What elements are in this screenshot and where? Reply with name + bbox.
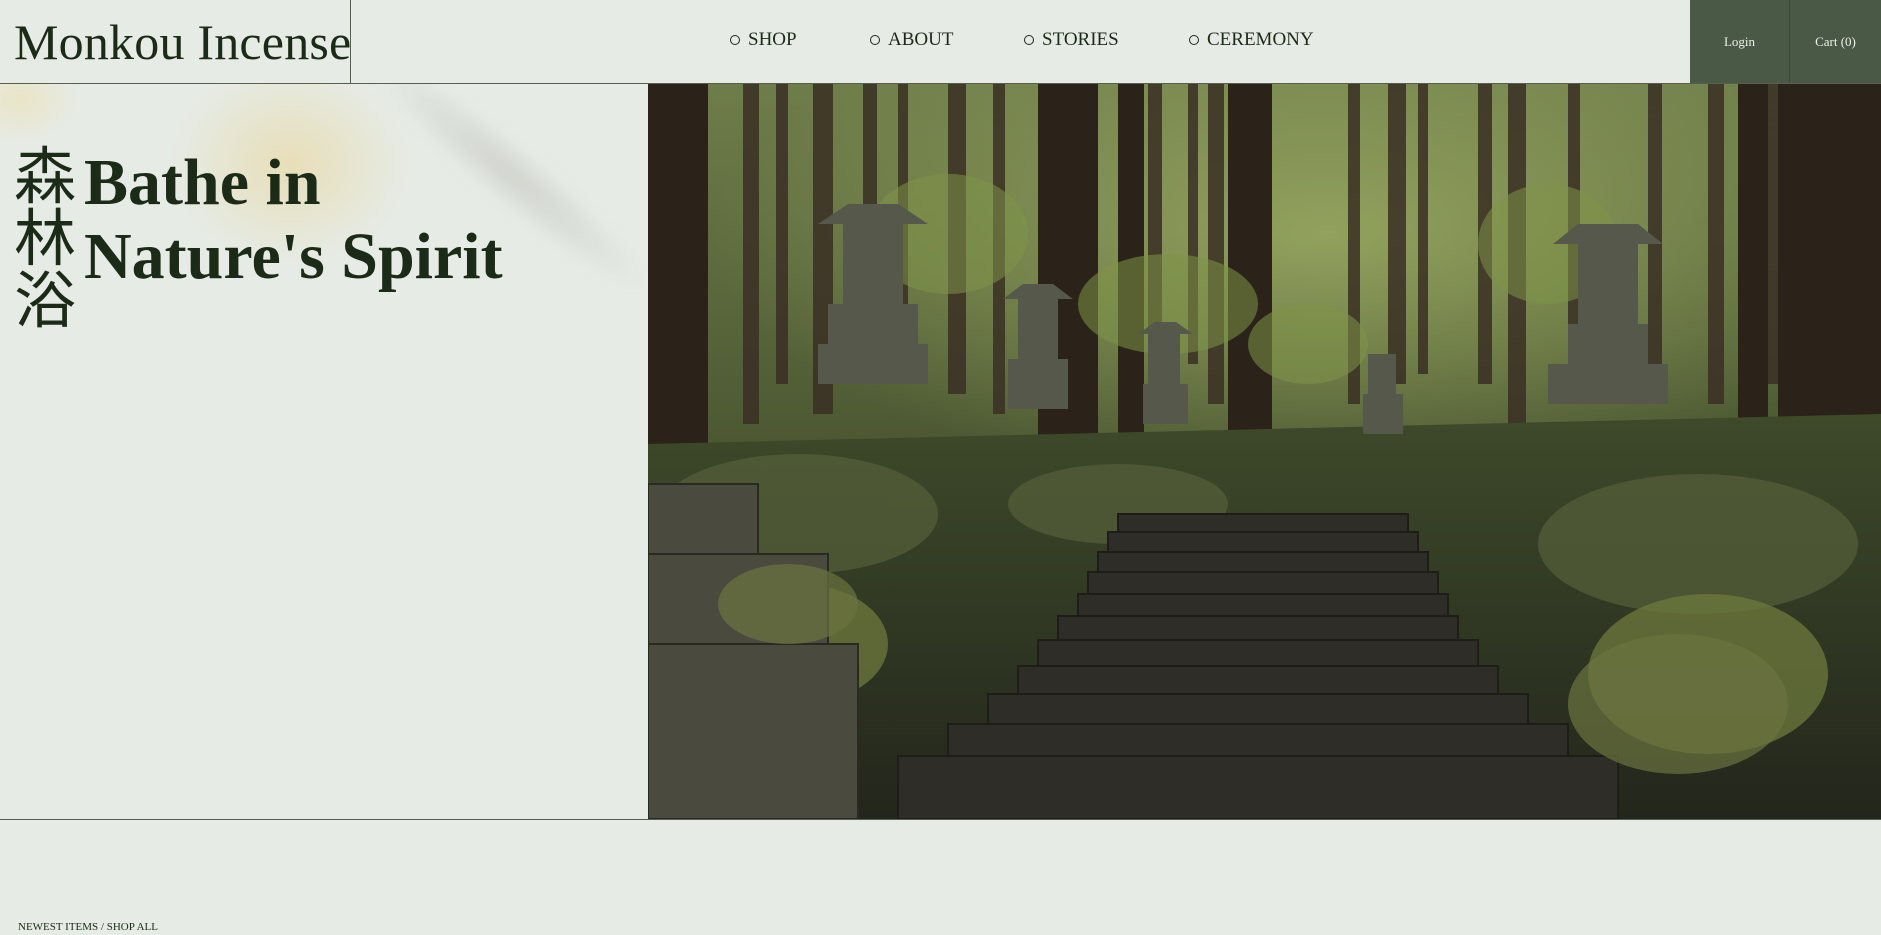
login-button[interactable]: Login bbox=[1690, 0, 1790, 83]
hero-title: Bathe in Nature's Spirit bbox=[84, 146, 503, 294]
nav-item-stories[interactable]: STORIES bbox=[1024, 29, 1119, 51]
section-divider bbox=[0, 819, 1881, 820]
newest-items-link[interactable]: NEWEST ITEMS / SHOP ALL bbox=[18, 921, 158, 933]
main-nav: SHOP ABOUT STORIES CEREMONY bbox=[730, 0, 1330, 83]
nav-item-about[interactable]: ABOUT bbox=[870, 29, 953, 51]
circle-bullet-icon bbox=[1189, 35, 1199, 45]
hero-title-line: Nature's Spirit bbox=[84, 220, 503, 293]
nav-label: CEREMONY bbox=[1207, 29, 1314, 50]
kanji-char: 森 bbox=[14, 140, 77, 213]
kanji-char: 浴 bbox=[14, 264, 77, 337]
nav-item-shop[interactable]: SHOP bbox=[730, 29, 797, 51]
hero-title-line: Bathe in bbox=[84, 146, 321, 219]
kanji-char: 林 bbox=[14, 202, 77, 275]
nav-item-ceremony[interactable]: CEREMONY bbox=[1189, 29, 1314, 51]
circle-bullet-icon bbox=[1024, 35, 1034, 45]
hero-image bbox=[648, 84, 1881, 819]
circle-bullet-icon bbox=[870, 35, 880, 45]
logo-container[interactable]: Monkou Incense bbox=[0, 0, 351, 83]
nav-label: ABOUT bbox=[888, 29, 954, 50]
circle-bullet-icon bbox=[730, 35, 740, 45]
cart-button[interactable]: Cart (0) bbox=[1790, 0, 1881, 83]
site-logo[interactable]: Monkou Incense bbox=[14, 13, 351, 71]
nav-label: SHOP bbox=[748, 29, 797, 50]
hero-text-panel: 森 林 浴 Bathe in Nature's Spirit bbox=[0, 84, 648, 819]
light-glow-decoration bbox=[0, 84, 80, 144]
nav-label: STORIES bbox=[1042, 29, 1119, 50]
site-header: Monkou Incense SHOP ABOUT STORIES CEREMO… bbox=[0, 0, 1881, 84]
hero-kanji: 森 林 浴 bbox=[14, 146, 78, 332]
forest-stairs-illustration bbox=[648, 84, 1881, 819]
